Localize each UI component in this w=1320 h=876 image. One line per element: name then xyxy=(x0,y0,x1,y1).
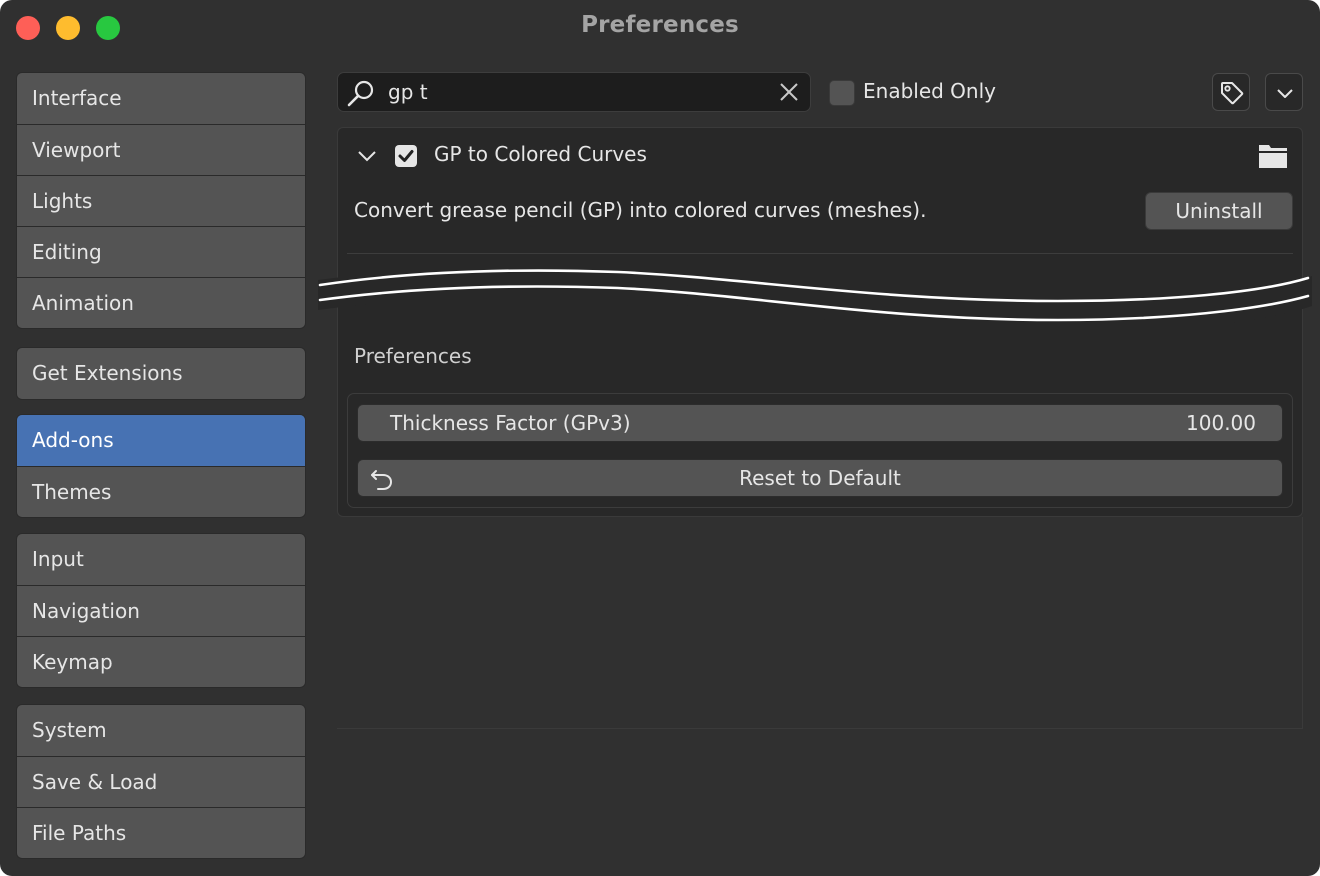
sidebar-item-animation[interactable]: Animation xyxy=(17,277,305,328)
sidebar-item-themes[interactable]: Themes xyxy=(17,466,305,517)
addon-enabled-checkbox[interactable] xyxy=(395,145,417,167)
chevron-down-icon[interactable] xyxy=(356,146,378,170)
sidebar-group-input: Input Navigation Keymap xyxy=(16,533,306,688)
sidebar-item-editing[interactable]: Editing xyxy=(17,226,305,277)
sidebar-item-navigation[interactable]: Navigation xyxy=(17,585,305,636)
sidebar-group-display: Interface Viewport Lights Editing Animat… xyxy=(16,72,306,329)
enabled-only-checkbox[interactable] xyxy=(829,80,855,106)
filter-menu-button[interactable] xyxy=(1265,73,1303,111)
divider xyxy=(347,253,1293,254)
preferences-heading: Preferences xyxy=(354,344,472,368)
close-icon[interactable] xyxy=(778,81,800,107)
sidebar-item-save-load[interactable]: Save & Load xyxy=(17,756,305,807)
tag-filter-button[interactable] xyxy=(1212,73,1250,111)
sidebar-item-get-extensions[interactable]: Get Extensions xyxy=(17,348,305,399)
window-title: Preferences xyxy=(581,12,739,38)
sidebar-group-system: System Save & Load File Paths xyxy=(16,704,306,859)
thickness-factor-value: 100.00 xyxy=(1186,411,1256,435)
sidebar-item-viewport[interactable]: Viewport xyxy=(17,124,305,175)
thickness-factor-field[interactable]: Thickness Factor (GPv3) 100.00 xyxy=(357,404,1283,442)
sidebar-item-system[interactable]: System xyxy=(17,705,305,756)
sidebar-group-addons: Add-ons Themes xyxy=(16,414,306,518)
enabled-only-label[interactable]: Enabled Only xyxy=(863,79,996,103)
thickness-factor-label: Thickness Factor (GPv3) xyxy=(390,411,631,435)
addon-list-area xyxy=(337,517,1303,729)
sidebar-item-keymap[interactable]: Keymap xyxy=(17,636,305,687)
sidebar-item-file-paths[interactable]: File Paths xyxy=(17,807,305,858)
sidebar-item-lights[interactable]: Lights xyxy=(17,175,305,226)
search-icon xyxy=(346,79,376,113)
search-box xyxy=(337,72,811,112)
checkmark-icon xyxy=(398,150,414,162)
addon-description: Convert grease pencil (GP) into colored … xyxy=(354,198,927,222)
sidebar-item-interface[interactable]: Interface xyxy=(17,73,305,124)
sidebar-item-add-ons[interactable]: Add-ons xyxy=(17,415,305,466)
reset-to-default-button[interactable]: Reset to Default xyxy=(357,459,1283,497)
content-break-marker xyxy=(318,267,1312,328)
search-input[interactable] xyxy=(388,73,758,111)
uninstall-button[interactable]: Uninstall xyxy=(1145,192,1293,230)
preferences-window: Preferences Interface Viewport Lights Ed… xyxy=(0,0,1320,876)
sidebar-item-input[interactable]: Input xyxy=(17,534,305,585)
reset-to-default-label: Reset to Default xyxy=(739,466,901,490)
addon-name: GP to Colored Curves xyxy=(434,142,647,166)
sidebar-group-extensions: Get Extensions xyxy=(16,347,306,400)
title-bar: Preferences xyxy=(0,0,1320,56)
folder-icon[interactable] xyxy=(1258,142,1288,174)
